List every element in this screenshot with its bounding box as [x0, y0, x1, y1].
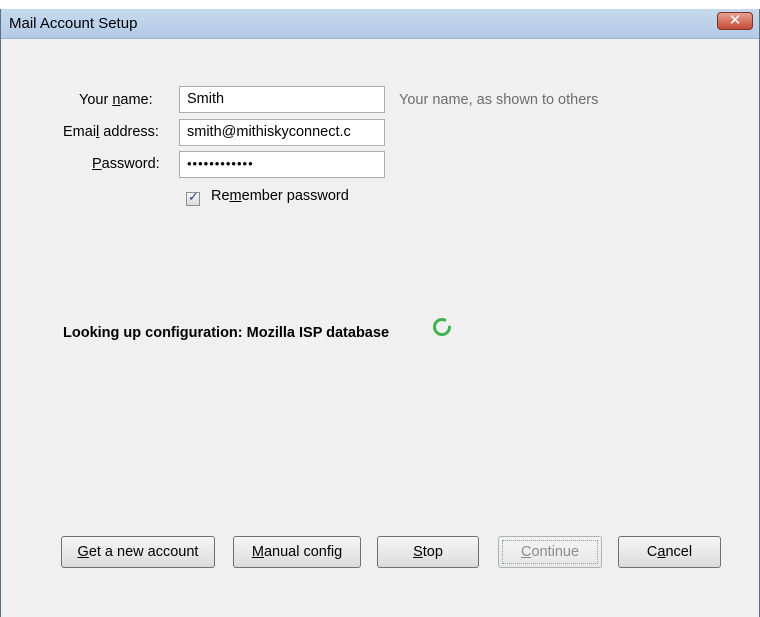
close-icon: ✕: [728, 12, 742, 29]
your-name-hint: Your name, as shown to others: [399, 92, 599, 108]
lookup-status-text: Looking up configuration: Mozilla ISP da…: [63, 325, 390, 341]
get-new-account-button[interactable]: Get a new account: [61, 536, 215, 568]
email-address-input[interactable]: smith@mithiskyconnect.c: [179, 119, 385, 146]
your-name-input[interactable]: Smith: [179, 86, 385, 113]
remember-password-checkbox[interactable]: ✓: [186, 189, 200, 206]
continue-button[interactable]: Continue: [498, 536, 602, 568]
password-input[interactable]: ••••••••••••: [179, 151, 385, 178]
window-title: Mail Account Setup: [9, 15, 138, 32]
remember-password-label[interactable]: Remember password: [211, 188, 349, 204]
stop-button[interactable]: Stop: [377, 536, 479, 568]
mail-account-setup-window: Mail Account Setup ✕ Your name: Smith Yo…: [0, 9, 760, 617]
cancel-button[interactable]: Cancel: [618, 536, 721, 568]
email-address-label: Email address:: [63, 124, 159, 140]
loading-spinner-icon: [433, 318, 451, 336]
manual-config-button[interactable]: Manual config: [233, 536, 361, 568]
title-bar: Mail Account Setup ✕: [1, 9, 759, 39]
close-button[interactable]: ✕: [717, 12, 753, 30]
checkmark-icon: ✓: [188, 189, 199, 204]
your-name-label: Your name:: [79, 92, 153, 108]
password-label: Password:: [92, 156, 160, 172]
